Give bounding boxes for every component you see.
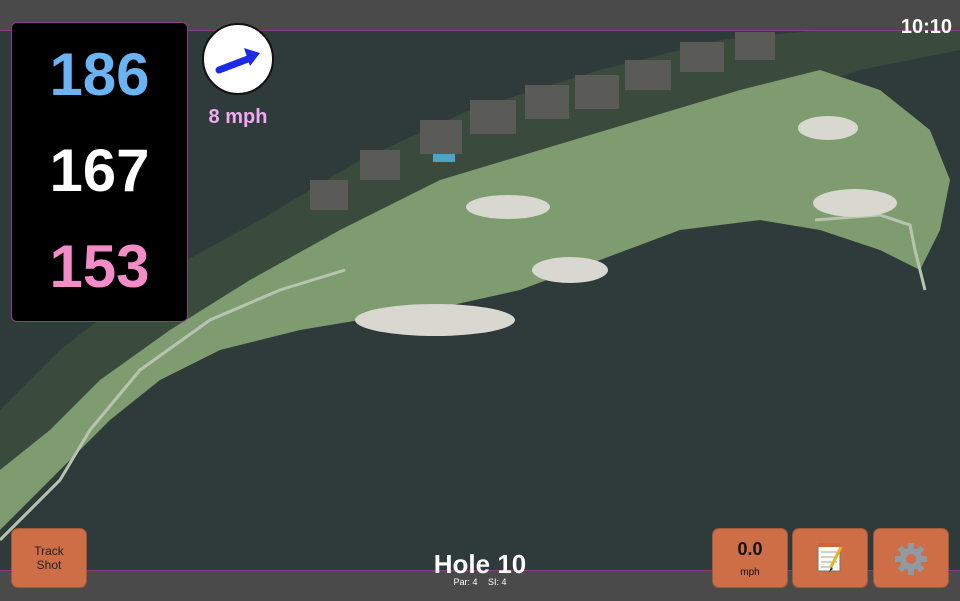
bunker	[532, 257, 608, 283]
speed-unit: mph	[740, 567, 760, 578]
wind-speed: 8 mph	[208, 106, 268, 128]
wind-indicator	[202, 23, 274, 95]
track-shot-label-line2: Shot	[36, 558, 62, 572]
middle-yardage: 167	[49, 137, 150, 204]
hole-meta: Par: 4 SI: 4	[380, 577, 580, 587]
bunker	[466, 195, 550, 219]
notes-button[interactable]	[792, 528, 868, 588]
hole-par: Par: 4	[453, 577, 478, 587]
pool	[433, 154, 455, 162]
notepad-icon	[817, 543, 843, 572]
speed-value: 0.0	[737, 539, 763, 559]
clock: 10:10	[900, 16, 952, 38]
track-shot-button[interactable]: Track Shot	[11, 528, 87, 588]
bunker	[798, 116, 858, 140]
gear-icon	[895, 543, 927, 575]
bunker	[355, 304, 515, 336]
hole-stroke-index: SI: 4	[488, 577, 507, 587]
back-yardage: 186	[49, 41, 150, 108]
track-shot-label-line1: Track	[34, 544, 64, 558]
wind-arrow-icon	[215, 48, 260, 74]
yardage-panel: 186 167 153	[11, 22, 188, 322]
hole-title: Hole 10	[433, 549, 527, 579]
settings-button[interactable]	[873, 528, 949, 588]
front-yardage: 153	[49, 233, 150, 300]
bunker	[813, 189, 897, 217]
speed-button[interactable]: 0.0 mph	[712, 528, 788, 588]
